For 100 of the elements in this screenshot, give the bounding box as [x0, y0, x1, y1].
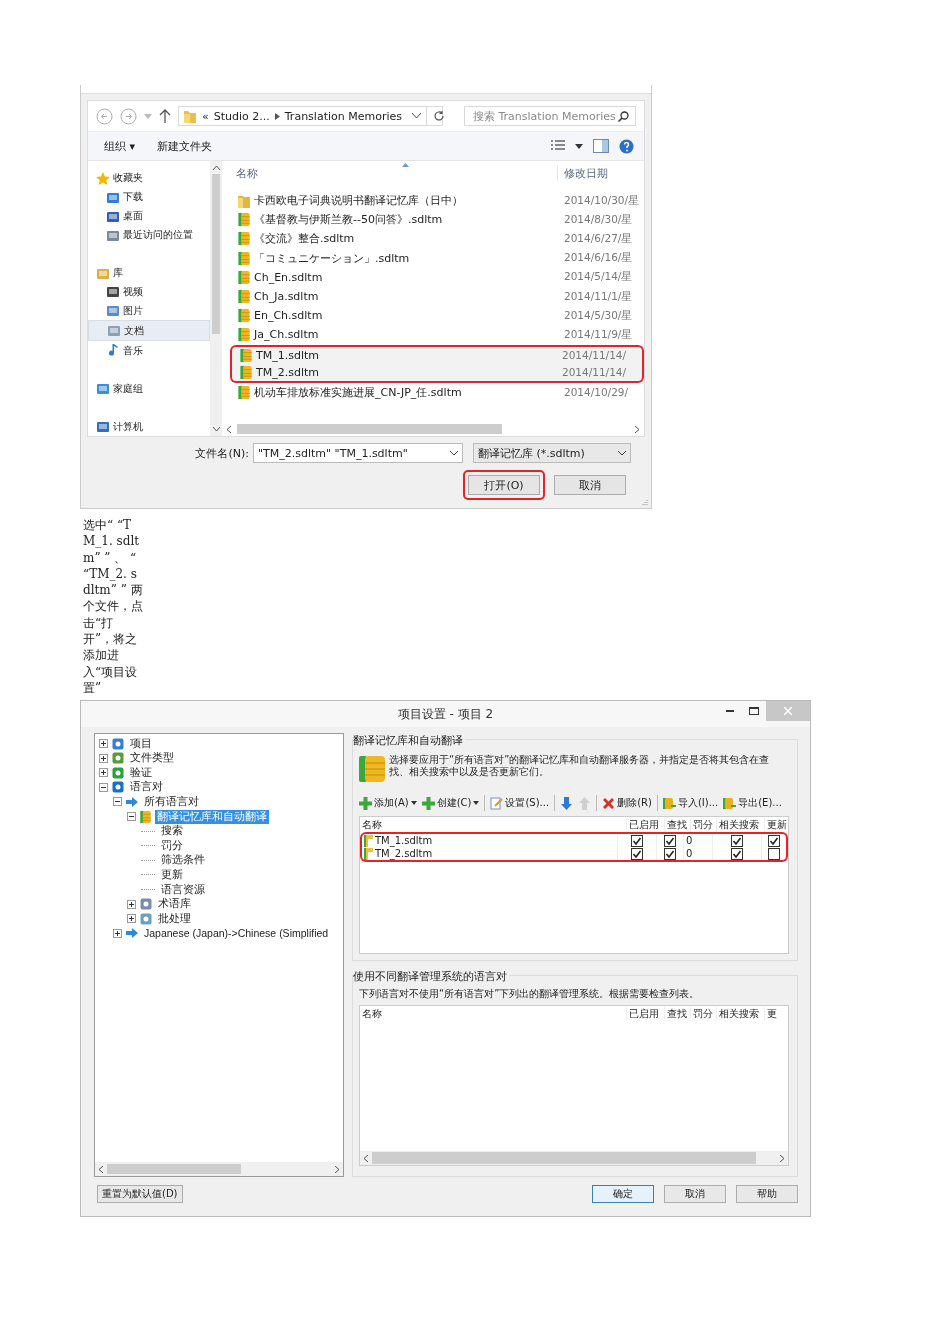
column-header[interactable]: 相关搜索	[716, 817, 764, 832]
checkbox[interactable]	[631, 834, 643, 847]
tree-item[interactable]: 验证	[128, 765, 154, 780]
expander-icon[interactable]	[99, 768, 108, 778]
checkbox[interactable]	[664, 847, 676, 860]
settings-button[interactable]: 设置(S)...	[490, 796, 550, 811]
nav-item[interactable]: 下载	[88, 187, 210, 207]
tree-item[interactable]: 筛选条件	[159, 853, 207, 868]
column-header[interactable]: 罚分	[690, 817, 716, 832]
column-header[interactable]: 更新	[764, 817, 788, 832]
reset-button[interactable]: 重置为默认值(D)	[97, 1185, 183, 1204]
help-button[interactable]: 帮助	[736, 1185, 798, 1204]
file-row[interactable]: 《交流》整合.sdltm 2014/6/27/星	[222, 229, 644, 249]
column-header[interactable]: 查找	[664, 817, 690, 832]
filename-field[interactable]: "TM_2.sdltm" "TM_1.sdltm"	[253, 443, 463, 463]
breadcrumb[interactable]: Studio 2...	[213, 109, 270, 123]
cancel-button[interactable]: 取消	[664, 1185, 726, 1204]
file-row[interactable]: Ch_Ja.sdltm 2014/11/1/星	[222, 286, 644, 307]
column-header[interactable]: 相关搜索	[716, 1006, 764, 1021]
nav-item[interactable]: 家庭组	[88, 379, 210, 399]
nav-item[interactable]: 最近访问的位置	[88, 225, 210, 245]
scroll-right-icon[interactable]	[635, 425, 640, 433]
scrollbar-thumb[interactable]	[237, 424, 502, 434]
tree-item[interactable]: 更新	[159, 867, 185, 882]
cancel-button[interactable]: 取消	[554, 475, 626, 495]
checkbox[interactable]	[768, 847, 780, 860]
resize-grip-icon[interactable]	[642, 499, 648, 505]
column-header[interactable]: 名称	[222, 165, 557, 181]
file-row[interactable]: Ch_En.sdltm 2014/5/14/星	[222, 267, 644, 287]
column-header[interactable]: 修改日期	[557, 165, 644, 181]
checkbox[interactable]	[768, 834, 780, 847]
expander-icon[interactable]	[99, 739, 108, 749]
up-arrow-icon[interactable]	[159, 109, 171, 123]
view-icon[interactable]	[551, 140, 565, 152]
scroll-right-icon[interactable]	[335, 1165, 340, 1173]
scroll-left-icon[interactable]	[363, 1154, 368, 1162]
file-row[interactable]: 「コミュニケーション」.sdltm 2014/6/16/星	[222, 248, 644, 268]
column-header[interactable]: 名称	[360, 817, 626, 832]
open-button[interactable]: 打开(O)	[468, 475, 540, 495]
tree-item[interactable]: 语言对	[128, 780, 165, 795]
nav-item[interactable]: 计算机	[88, 417, 210, 436]
file-row[interactable]: TM_1.sdltm 2014/11/14/	[230, 344, 644, 364]
scrollbar-thumb[interactable]	[372, 1152, 756, 1165]
nav-item[interactable]: 图片	[88, 301, 210, 321]
file-row[interactable]: TM_2.sdltm 2014/11/14/	[230, 363, 644, 383]
tree-item[interactable]: 搜索	[159, 824, 185, 839]
create-button[interactable]: 创建(C)	[421, 796, 480, 811]
import-button[interactable]: 导入(I)...	[662, 796, 719, 811]
add-button[interactable]: 添加(A)	[359, 796, 417, 811]
move-down-button[interactable]	[560, 796, 574, 810]
column-header[interactable]: 罚分	[690, 1006, 716, 1021]
nav-item[interactable]: 桌面	[88, 206, 210, 226]
file-row[interactable]: En_Ch.sdltm 2014/5/30/星	[222, 306, 644, 326]
preview-pane-icon[interactable]	[593, 139, 609, 153]
nav-item[interactable]: 音乐	[88, 341, 210, 361]
column-header[interactable]: 更	[764, 1006, 788, 1021]
export-button[interactable]: 导出(E)...	[723, 796, 782, 811]
expander-icon[interactable]	[113, 928, 122, 938]
file-row[interactable]: Ja_Ch.sdltm 2014/11/9/星	[222, 325, 644, 345]
checkbox[interactable]	[731, 847, 743, 860]
scrollbar-thumb[interactable]	[212, 174, 220, 334]
column-header[interactable]: 已启用	[626, 817, 664, 832]
file-row[interactable]: 《基督教与伊斯兰教--50问答》.sdltm 2014/8/30/星	[222, 210, 644, 230]
tree-item[interactable]: 语言资源	[159, 882, 207, 897]
tree-item[interactable]: 术语库	[156, 897, 193, 912]
tree-item[interactable]: 所有语言对	[142, 794, 201, 809]
delete-button[interactable]: 删除(R)	[602, 796, 652, 811]
help-icon[interactable]	[619, 138, 634, 154]
caret-icon[interactable]	[575, 143, 583, 149]
expander-icon[interactable]	[99, 753, 108, 763]
scroll-left-icon[interactable]	[98, 1165, 103, 1173]
nav-item[interactable]: 视频	[88, 282, 210, 302]
file-row[interactable]: 机动车排放标准实施进展_CN-JP_任.sdltm 2014/10/29/	[222, 382, 644, 403]
column-header[interactable]: 已启用	[626, 1006, 664, 1021]
nav-item[interactable]: 文档	[88, 320, 210, 342]
scrollbar-thumb[interactable]	[107, 1164, 241, 1175]
scroll-left-icon[interactable]	[226, 425, 231, 433]
new-folder-button[interactable]: 新建文件夹	[151, 138, 219, 154]
tree-item[interactable]: Japanese (Japan)->Chinese (Simplified	[142, 927, 331, 940]
scroll-down-icon[interactable]	[212, 427, 220, 432]
expander-icon[interactable]	[127, 899, 136, 909]
tree-item[interactable]: 文件类型	[128, 751, 176, 766]
organize-menu[interactable]: 组织 ▾	[98, 138, 142, 154]
address-bar[interactable]: « Studio 2... Translation Memories	[178, 106, 443, 126]
column-header[interactable]: 查找	[664, 1006, 690, 1021]
nav-item[interactable]: 库	[88, 263, 210, 283]
scroll-up-icon[interactable]	[212, 165, 220, 170]
checkbox[interactable]	[631, 847, 643, 860]
checkbox[interactable]	[731, 834, 743, 847]
checkbox[interactable]	[664, 834, 676, 847]
expander-icon[interactable]	[113, 797, 122, 807]
expander-icon[interactable]	[127, 812, 136, 822]
dropdown-icon[interactable]	[412, 113, 421, 119]
tree-item[interactable]: 批处理	[156, 911, 193, 926]
file-type-dropdown[interactable]: 翻译记忆库 (*.sdltm)	[473, 443, 631, 463]
tree-item[interactable]: 罚分	[159, 838, 185, 853]
column-header[interactable]: 名称	[360, 1006, 626, 1021]
expander-icon[interactable]	[127, 914, 136, 924]
expander-icon[interactable]	[99, 782, 108, 792]
nav-item[interactable]: 收藏夹	[88, 169, 210, 188]
